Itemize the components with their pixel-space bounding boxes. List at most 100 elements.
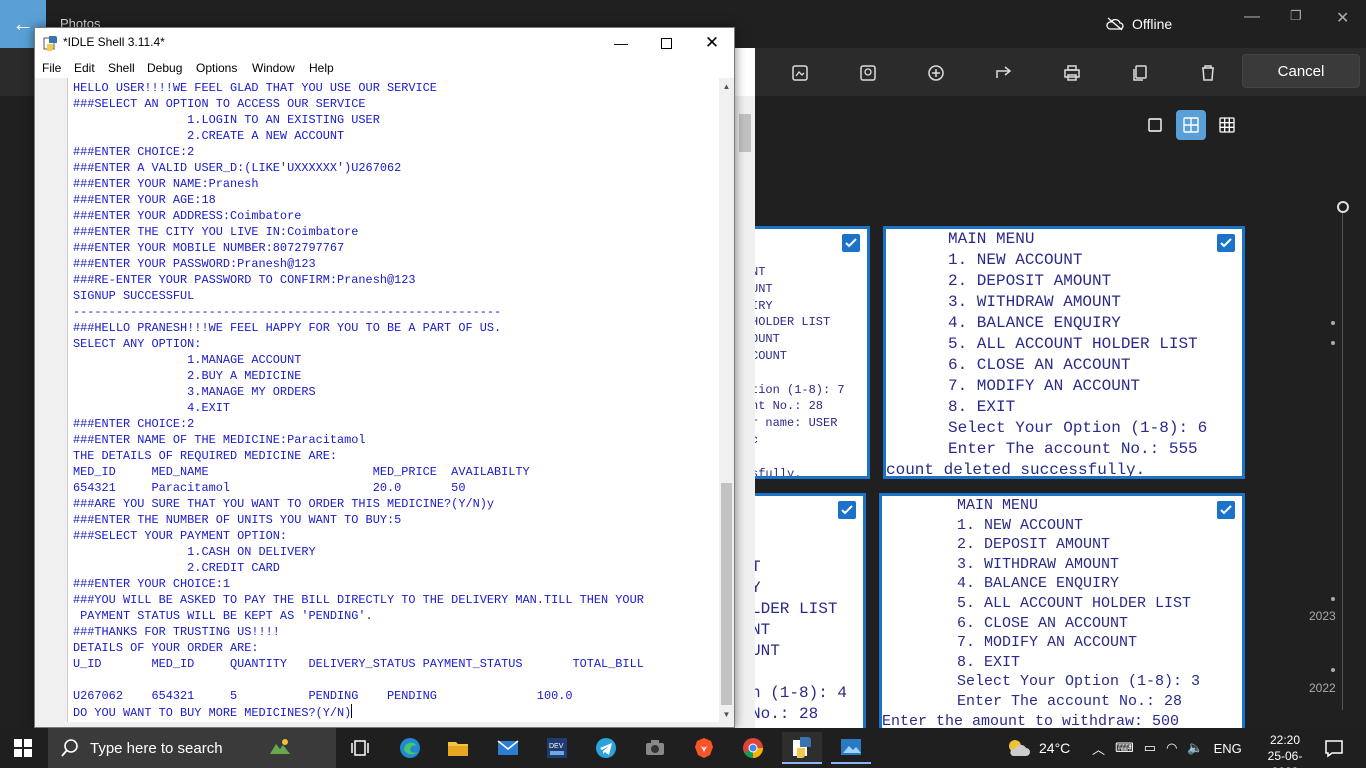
telegram-icon[interactable] <box>586 732 626 764</box>
selected-checkbox-3[interactable] <box>837 500 857 520</box>
python-idle-taskbar-icon[interactable] <box>782 732 822 764</box>
shell-line: ###ENTER YOUR MOBILE NUMBER:8072797767 <box>73 241 345 255</box>
devhome-icon[interactable]: DEV <box>537 732 577 764</box>
notification-icon[interactable] <box>1314 732 1354 764</box>
window-edge-scroll <box>735 96 755 728</box>
wifi-icon[interactable]: ◠ <box>1166 740 1177 756</box>
cancel-button[interactable]: Cancel <box>1242 54 1360 88</box>
taskbar-clock[interactable]: 22:20 25-06-2023 <box>1260 732 1310 768</box>
show-hidden-icons-icon[interactable]: ︿ <box>1092 739 1105 758</box>
menu-window[interactable]: Window <box>252 61 295 75</box>
menu-edit[interactable]: Edit <box>74 61 95 75</box>
photo-thumbnail-2[interactable]: MAIN MENU 1. NEW ACCOUNT 2. DEPOSIT AMOUNT… <box>883 226 1245 479</box>
close-button[interactable]: ✕ <box>1336 8 1349 28</box>
minimize-button[interactable]: — <box>1244 8 1260 26</box>
idle-title-bar[interactable]: *IDLE Shell 3.11.4* — ✕ <box>35 28 734 58</box>
delete-icon[interactable] <box>1195 60 1221 86</box>
maximize-button[interactable]: ❐ <box>1290 8 1302 24</box>
thumbnail-text-line: LDER LIST <box>751 600 838 618</box>
shell-line: THE DETAILS OF REQUIRED MEDICINE ARE: <box>73 449 338 463</box>
add-icon[interactable] <box>923 60 949 86</box>
meet-now-icon[interactable]: ⌨ <box>1115 740 1134 756</box>
thumbnail-text-line: OUNT <box>751 332 780 347</box>
battery-icon[interactable]: ▭ <box>1144 740 1156 756</box>
idle-minimize-button[interactable]: — <box>598 31 644 55</box>
photo-thumbnail-1[interactable]: NT UNT IRY HOLDER LIST OUNT COUNT tion (1-8): … <box>748 226 870 479</box>
shell-line: U_ID MED_ID QUANTITY DELIVERY_STATUS PAY… <box>73 657 644 671</box>
photo-thumbnail-4[interactable]: MAIN MENU 1. NEW ACCOUNT 2. DEPOSIT AMOUNT… <box>879 493 1245 728</box>
search-placeholder: Type here to search <box>90 739 223 757</box>
share-icon[interactable] <box>991 60 1017 86</box>
thumbnail-text-line: 4. BALANCE ENQUIRY <box>948 314 1121 332</box>
volume-icon[interactable]: 🔈 <box>1187 740 1203 756</box>
shell-line: ###HELLO PRANESH!!!WE FEEL HAPPY FOR YOU… <box>73 321 502 335</box>
shell-line: DO YOU WANT TO BUY MORE MEDICINES?(Y/N) <box>73 704 353 720</box>
thumbnail-text-line: Enter the amount to withdraw: 500 <box>882 712 1180 728</box>
timeline-year-2023[interactable]: 2023 <box>1309 609 1336 623</box>
thumbnail-text-line: 3. WITHDRAW AMOUNT <box>948 293 1121 311</box>
menu-help[interactable]: Help <box>309 61 334 75</box>
language-indicator[interactable]: ENG <box>1214 741 1242 756</box>
thumbnail-text-line: Enter The account No.: 555 <box>948 440 1198 458</box>
shell-line: 4.EXIT <box>73 401 230 415</box>
print-icon[interactable] <box>1059 60 1085 86</box>
menu-options[interactable]: Options <box>196 61 237 75</box>
menu-shell[interactable]: Shell <box>108 61 135 75</box>
thumbnail-text-line: Enter The account No.: 28 <box>957 693 1183 710</box>
shell-line: 2.CREATE A NEW ACCOUNT <box>73 129 345 143</box>
selected-checkbox-4[interactable] <box>1216 500 1236 520</box>
shell-output[interactable]: HELLO USER!!!!WE FEEL GLAD THAT YOU USE … <box>73 80 719 720</box>
copy-icon[interactable] <box>1127 60 1153 86</box>
cortana-icon[interactable] <box>260 732 300 764</box>
weather-widget[interactable]: 24°C <box>1005 728 1070 768</box>
grid-medium-view-button[interactable] <box>1176 110 1206 140</box>
shell-line: 1.LOGIN TO AN EXISTING USER <box>73 113 380 127</box>
menu-file[interactable]: File <box>42 61 61 75</box>
svg-text:DEV: DEV <box>549 743 564 750</box>
shell-line: ----------------------------------------… <box>73 305 502 319</box>
line-gutter <box>35 78 68 722</box>
scroll-up-arrow-icon[interactable]: ▲ <box>719 78 734 94</box>
file-explorer-icon[interactable] <box>438 732 478 764</box>
scroll-down-arrow-icon[interactable]: ▼ <box>719 706 734 722</box>
idle-menu-bar: File Edit Shell Debug Options Window Hel… <box>35 58 734 78</box>
shell-line: ###ENTER CHOICE:2 <box>73 145 195 159</box>
selected-checkbox-2[interactable] <box>1216 233 1236 253</box>
shell-vertical-scrollbar[interactable]: ▲ ▼ <box>719 78 734 722</box>
edge-icon[interactable] <box>390 732 430 764</box>
shell-line: ###RE-ENTER YOUR PASSWORD TO CONFIRM:Pra… <box>73 273 416 287</box>
photo-thumbnail-3[interactable]: T Y LDER LIST NT UNT n (1-8): 4 No.: 28 <box>748 493 866 728</box>
timeline-knob[interactable] <box>1337 201 1349 213</box>
single-view-button[interactable] <box>1140 110 1170 140</box>
scroll-thumb[interactable] <box>721 483 732 705</box>
remove-background-icon[interactable] <box>855 60 881 86</box>
timeline-dot <box>1331 321 1335 325</box>
menu-debug[interactable]: Debug <box>147 61 182 75</box>
chrome-icon[interactable] <box>733 732 773 764</box>
shell-line: 1.CASH ON DELIVERY <box>73 545 316 559</box>
shell-text-area[interactable]: HELLO USER!!!!WE FEEL GLAD THAT YOU USE … <box>35 78 719 722</box>
idle-window-title: *IDLE Shell 3.11.4* <box>63 35 165 49</box>
brave-icon[interactable] <box>684 732 724 764</box>
thumbnail-text-line: 4. BALANCE ENQUIRY <box>957 575 1120 593</box>
grid-small-view-button[interactable] <box>1212 110 1242 140</box>
photos-icon[interactable] <box>831 732 871 764</box>
thumbnail-text-line: UNT <box>751 642 780 660</box>
timeline-year-2022[interactable]: 2022 <box>1309 681 1336 695</box>
timeline-track[interactable] <box>1342 210 1343 710</box>
idle-maximize-button[interactable] <box>643 31 689 55</box>
thumbnail-text-line: 8. EXIT <box>957 653 1021 671</box>
thumbnail-text-line: Select Your Option (1-8): 6 <box>948 419 1208 437</box>
shell-line: 3.MANAGE MY ORDERS <box>73 385 316 399</box>
slideshow-icon[interactable] <box>787 60 813 86</box>
selected-checkbox-1[interactable] <box>841 233 861 253</box>
windows-start-icon[interactable] <box>14 739 32 757</box>
idle-close-button[interactable]: ✕ <box>689 31 734 55</box>
thumbnail-text-line: n (1-8): 4 <box>751 684 848 702</box>
thumbnail-text-line: tion (1-8): 7 <box>751 382 845 397</box>
camera-icon[interactable] <box>635 732 675 764</box>
mail-icon[interactable] <box>488 732 528 764</box>
task-view-icon[interactable] <box>340 732 380 764</box>
shell-line: MED_ID MED_NAME MED_PRICE AVAILABILTY <box>73 465 530 479</box>
shell-line: ###ENTER THE NUMBER OF UNITS YOU WANT TO… <box>73 513 402 527</box>
